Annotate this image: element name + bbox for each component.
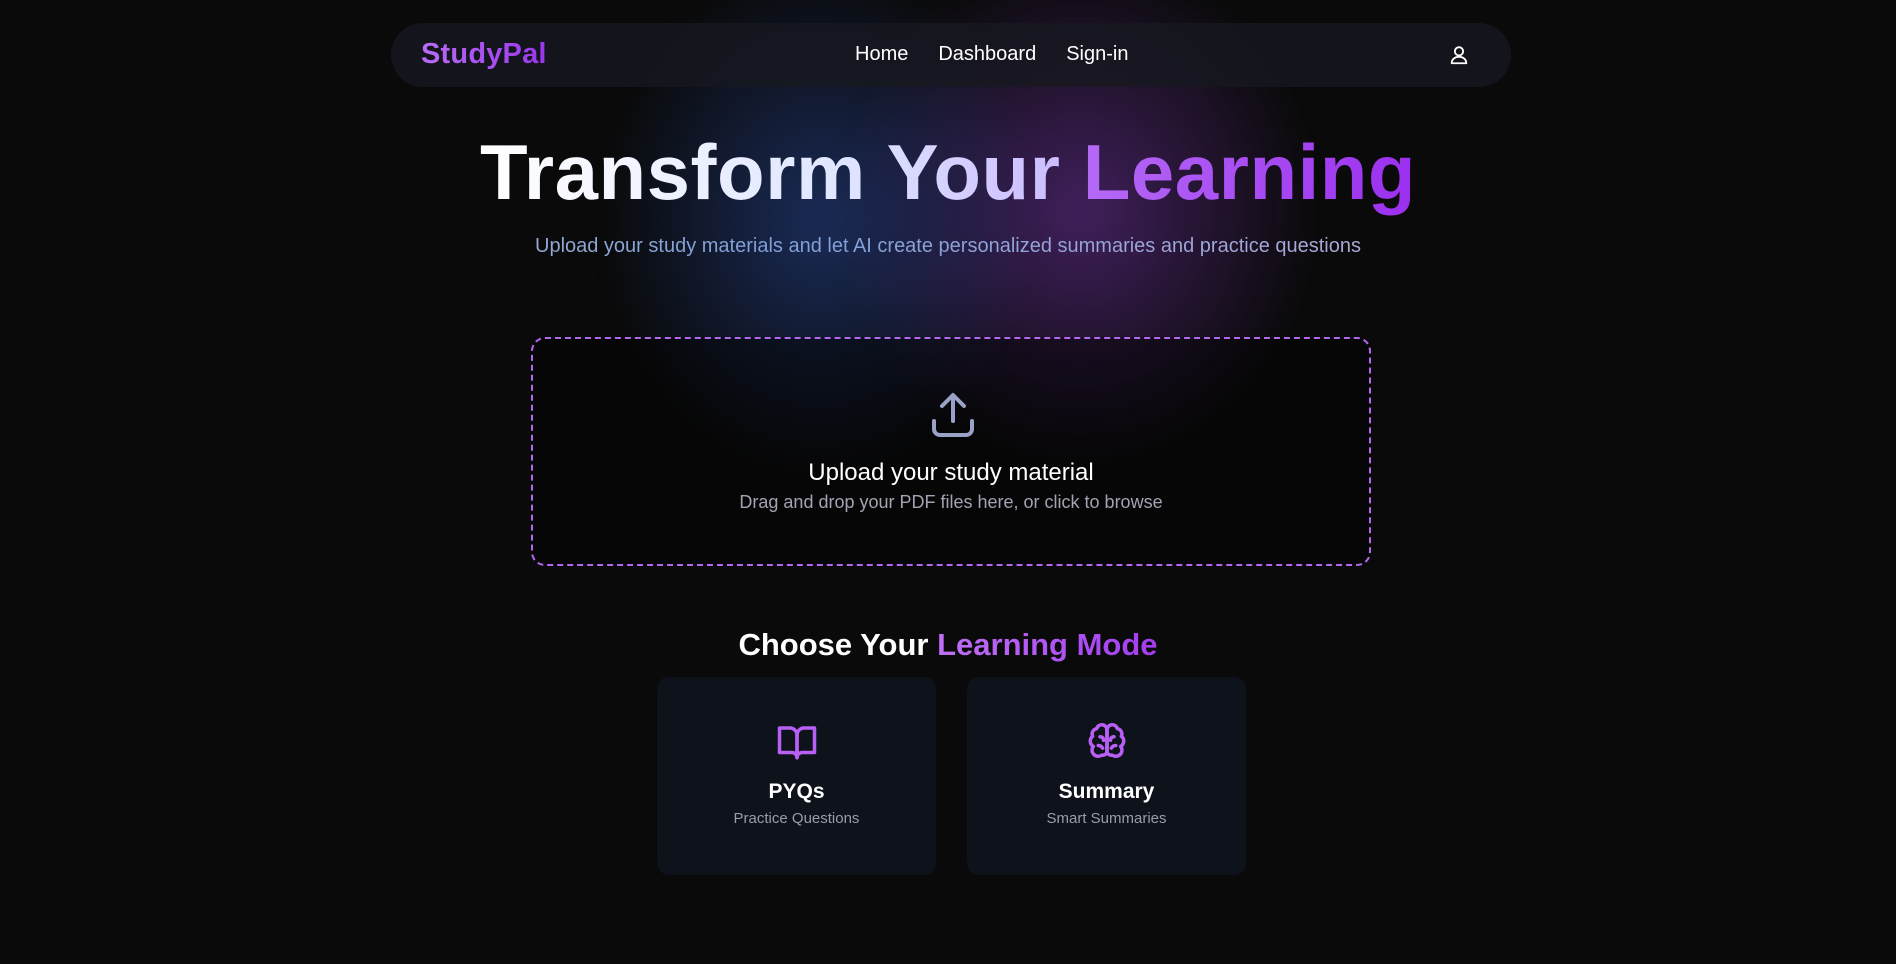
learning-mode-heading-highlight: Learning Mode <box>937 627 1158 662</box>
upload-subtitle: Drag and drop your PDF files here, or cl… <box>739 492 1163 512</box>
mode-card-title: PYQs <box>768 780 825 803</box>
nav-link-sign-in[interactable]: Sign-in <box>1066 43 1128 66</box>
book-open-icon <box>777 726 817 760</box>
learning-mode-heading: Choose Your Learning Mode <box>0 627 1896 663</box>
hero-subtitle: Upload your study materials and let AI c… <box>0 235 1896 258</box>
mode-card-title: Summary <box>1058 780 1155 803</box>
brain-icon <box>1088 723 1126 759</box>
navbar: StudyPal Home Dashboard Sign-in <box>391 23 1511 87</box>
hero-title-part1: Transform Your <box>479 128 1083 216</box>
nav-links: Home Dashboard Sign-in <box>855 43 1128 66</box>
mode-card-subtitle: Practice Questions <box>733 810 860 827</box>
hero-title: Transform Your Learning <box>0 126 1896 218</box>
page: StudyPal Home Dashboard Sign-in Transfor… <box>0 0 1896 964</box>
mode-card-summary[interactable]: Summary Smart Summaries <box>967 677 1246 875</box>
logo[interactable]: StudyPal <box>421 38 547 71</box>
mode-card-subtitle: Smart Summaries <box>1046 810 1167 827</box>
user-icon <box>1450 46 1468 65</box>
upload-icon <box>932 393 974 437</box>
nav-link-home[interactable]: Home <box>855 43 908 66</box>
upload-dropzone[interactable]: Upload your study material Drag and drop… <box>531 337 1371 566</box>
upload-title: Upload your study material <box>808 459 1094 486</box>
user-profile-button[interactable] <box>1445 41 1473 69</box>
learning-mode-heading-part1: Choose Your <box>738 627 938 662</box>
hero-title-highlight: Learning <box>1082 128 1417 216</box>
mode-card-pyqs[interactable]: PYQs Practice Questions <box>657 677 936 875</box>
nav-link-dashboard[interactable]: Dashboard <box>938 43 1036 66</box>
